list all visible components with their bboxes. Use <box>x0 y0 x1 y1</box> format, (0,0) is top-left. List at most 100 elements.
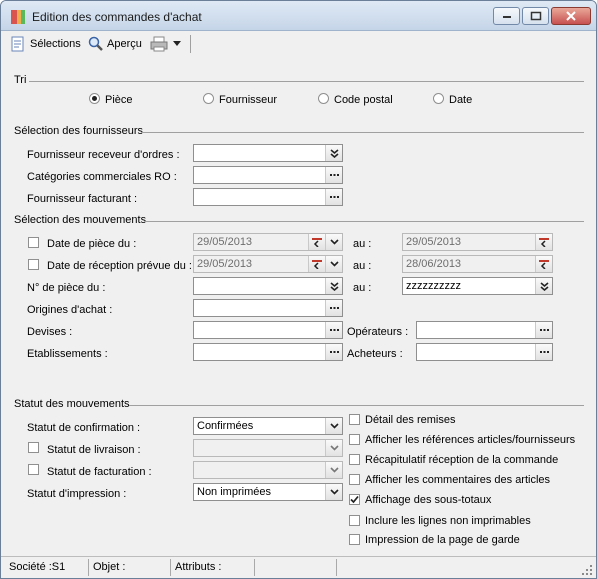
livraison-dropdown-button[interactable] <box>325 440 342 456</box>
facturation-checkbox[interactable] <box>28 464 39 475</box>
facturant-label: Fournisseur facturant : <box>27 193 138 205</box>
operateurs-browse-button[interactable] <box>535 322 552 338</box>
chevron-down-icon <box>329 467 339 473</box>
ellipsis-icon <box>329 195 339 198</box>
acheteurs-field[interactable] <box>416 343 553 361</box>
impression-dropdown-button[interactable] <box>325 484 342 500</box>
origines-label: Origines d'achat : <box>27 304 113 316</box>
ellipsis-icon <box>329 328 339 331</box>
confirmation-select[interactable]: Confirmées <box>193 417 343 435</box>
commentaires-checkbox[interactable] <box>349 474 360 485</box>
date-reception-checkbox[interactable] <box>28 259 39 270</box>
ellipsis-icon <box>329 350 339 353</box>
detail-remises-checkbox[interactable] <box>349 414 360 425</box>
chevron-down-icon <box>329 423 339 429</box>
maximize-icon <box>530 11 541 21</box>
categories-field[interactable] <box>193 166 343 184</box>
num-piece-to-field[interactable]: zzzzzzzzzz <box>402 277 553 295</box>
date-reception-to-calendar-button[interactable] <box>535 256 552 272</box>
origines-browse-button[interactable] <box>325 300 342 316</box>
status-attributs: Attributs : <box>171 559 255 576</box>
impression-select[interactable]: Non imprimées <box>193 483 343 501</box>
chevron-down-icon <box>329 445 339 451</box>
checkmark-icon <box>350 495 359 504</box>
selections-button[interactable]: Sélections <box>11 35 81 53</box>
non-imprimables-label: Inclure les lignes non imprimables <box>365 515 531 527</box>
impression-value: Non imprimées <box>197 486 271 498</box>
radio-piece[interactable] <box>89 93 100 104</box>
selections-label: Sélections <box>30 38 81 50</box>
receveur-dropdown-button[interactable] <box>325 145 342 161</box>
toolbar: Sélections Aperçu <box>1 32 596 56</box>
radio-fournisseur[interactable] <box>203 93 214 104</box>
print-dropdown-button[interactable] <box>173 35 182 53</box>
impression-label: Statut d'impression : <box>27 488 127 500</box>
fournisseurs-divider <box>141 132 584 133</box>
livraison-checkbox[interactable] <box>28 442 39 453</box>
detail-remises-label: Détail des remises <box>365 414 456 426</box>
date-piece-from-dropdown-button[interactable] <box>325 234 342 250</box>
acheteurs-browse-button[interactable] <box>535 344 552 360</box>
commentaires-label: Afficher les commentaires des articles <box>365 474 551 486</box>
num-piece-to-dropdown-button[interactable] <box>535 278 552 294</box>
app-icon <box>11 10 25 24</box>
date-reception-from-dropdown-button[interactable] <box>325 256 342 272</box>
chevron-down-icon <box>329 239 339 245</box>
num-piece-to-value: zzzzzzzzzz <box>406 280 461 292</box>
calendar-arrow-icon <box>539 237 549 247</box>
num-piece-au-label: au : <box>353 282 372 294</box>
radio-date[interactable] <box>433 93 444 104</box>
sous-totaux-checkbox[interactable] <box>349 494 360 505</box>
statut-title: Statut des mouvements <box>14 398 130 410</box>
document-icon <box>11 36 24 52</box>
acheteurs-label: Acheteurs : <box>347 348 403 360</box>
window-title: Edition des commandes d'achat <box>32 10 202 24</box>
status-societe: Société :S1 <box>5 559 89 576</box>
confirmation-dropdown-button[interactable] <box>325 418 342 434</box>
page-garde-checkbox[interactable] <box>349 534 360 545</box>
etablissements-browse-button[interactable] <box>325 344 342 360</box>
toolbar-separator <box>190 35 191 53</box>
apercu-button[interactable]: Aperçu <box>88 35 142 53</box>
date-piece-label: Date de pièce du : <box>47 238 137 250</box>
origines-field[interactable] <box>193 299 343 317</box>
num-piece-from-dropdown-button[interactable] <box>325 278 342 294</box>
receveur-field[interactable] <box>193 144 343 162</box>
operateurs-field[interactable] <box>416 321 553 339</box>
resize-grip-icon[interactable] <box>582 565 592 575</box>
date-piece-checkbox[interactable] <box>28 237 39 248</box>
close-button[interactable] <box>551 7 591 25</box>
facturation-select[interactable] <box>193 461 343 479</box>
date-piece-to-calendar-button[interactable] <box>535 234 552 250</box>
references-checkbox[interactable] <box>349 434 360 445</box>
devises-browse-button[interactable] <box>325 322 342 338</box>
livraison-select[interactable] <box>193 439 343 457</box>
date-piece-from-field[interactable]: 29/05/2013 <box>193 233 343 251</box>
non-imprimables-checkbox[interactable] <box>349 515 360 526</box>
radio-code-postal[interactable] <box>318 93 329 104</box>
facturation-dropdown-button[interactable] <box>325 462 342 478</box>
fournisseurs-title: Sélection des fournisseurs <box>14 125 144 137</box>
tri-title: Tri <box>14 74 27 86</box>
facturant-field[interactable] <box>193 188 343 206</box>
etablissements-field[interactable] <box>193 343 343 361</box>
categories-browse-button[interactable] <box>325 167 342 183</box>
num-piece-from-field[interactable] <box>193 277 343 295</box>
date-reception-to-field[interactable]: 28/06/2013 <box>402 255 553 273</box>
facturant-browse-button[interactable] <box>325 189 342 205</box>
statut-divider <box>129 405 584 406</box>
recapitulatif-checkbox[interactable] <box>349 454 360 465</box>
devises-field[interactable] <box>193 321 343 339</box>
date-piece-to-field[interactable]: 29/05/2013 <box>402 233 553 251</box>
calendar-arrow-icon <box>312 259 322 269</box>
main-window: Edition des commandes d'achat Sélections… <box>0 0 597 579</box>
print-button[interactable] <box>150 35 168 53</box>
date-reception-from-field[interactable]: 29/05/2013 <box>193 255 343 273</box>
printer-icon <box>150 36 168 52</box>
maximize-button[interactable] <box>522 7 549 25</box>
confirmation-value: Confirmées <box>197 420 254 432</box>
etablissements-label: Etablissements : <box>27 348 108 360</box>
date-reception-from-calendar-button[interactable] <box>308 256 325 272</box>
minimize-button[interactable] <box>493 7 520 25</box>
date-piece-from-calendar-button[interactable] <box>308 234 325 250</box>
